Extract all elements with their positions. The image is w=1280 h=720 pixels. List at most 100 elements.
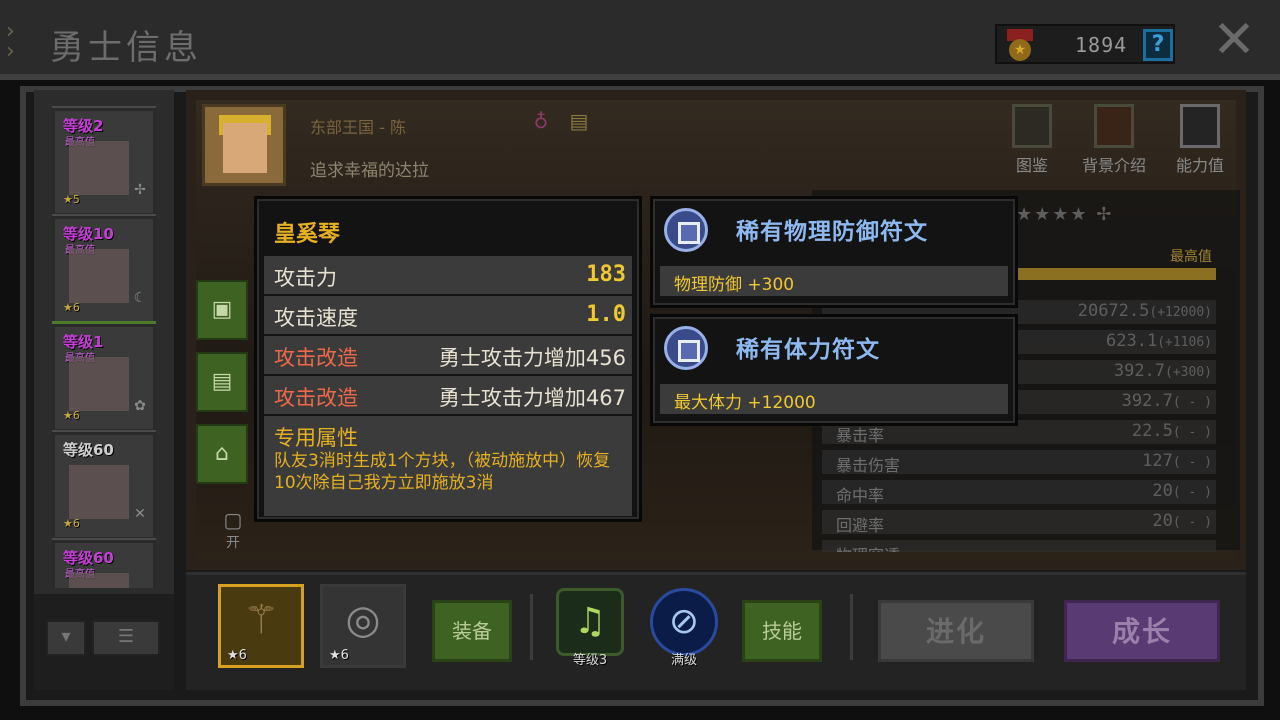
hero-portrait [69,573,129,588]
weapon-stat-key: 攻击速度 [274,306,358,330]
accessory-slot[interactable]: ◎ ★6 [320,584,406,668]
top-bar: › › 勇士信息 ★ 1894 ? ✕ [0,0,1280,80]
hero-card-selected[interactable]: 等级1 最高值 ★6 ✿ [52,321,156,435]
portrait-frame-icon [1094,104,1134,148]
stat-bonus: (+300) [1165,365,1212,380]
shield-skill-icon: ⊘ [650,588,718,656]
page-title: 勇士信息 [50,28,202,68]
stat-bonus: ( - ) [1172,515,1212,530]
tab-label: 背景介绍 [1081,156,1146,175]
tab-label: 能力值 [1175,156,1224,175]
tab-codex[interactable]: 图鉴 [992,104,1072,176]
stats-bars-icon [1180,104,1220,148]
stat-value: 20672.5 [1077,301,1150,321]
close-button[interactable]: ✕ [1210,14,1258,66]
sort-button[interactable]: ☰ [92,620,160,656]
hero-card[interactable]: 等级2 最高值 ★5 ✢ [52,106,156,218]
hero-motto: 追求幸福的达拉 [310,161,429,181]
side-tab-cards[interactable]: ▤ [196,352,248,412]
stat-value: 392.7 [1121,391,1173,411]
stat-bonus: (+12000) [1149,305,1212,320]
medal-icon: ★ [1003,29,1037,61]
ring-icon: ◎ [345,597,381,643]
music-note-icon: ♫ [556,588,624,656]
lock-icon: ▢ [223,508,243,532]
tab-label: 图鉴 [1015,156,1048,175]
stat-bonus: ( - ) [1172,455,1212,470]
stat-bonus: (+1106) [1157,335,1212,350]
health-rune-icon [664,326,708,370]
side-tab-chat[interactable]: ▣ [196,280,248,340]
stats-max-label: 最高值 [1170,249,1212,265]
rune-name: 稀有物理防御符文 [736,219,928,245]
defense-rune-icon [664,208,708,252]
hero-card[interactable]: 等级60 最高值 [52,538,156,588]
tab-stats[interactable]: 能力值 [1160,104,1240,176]
divider [850,594,853,660]
weapon-stat-key: 攻击力 [274,266,337,290]
hero-card[interactable]: 等级10 最高值 ★6 ☾ [52,214,156,326]
hero-stars: ★6 [63,301,80,314]
weapon-mod-value: 勇士攻击力增加456 [438,346,626,370]
help-button[interactable]: ? [1143,29,1173,61]
rune-name: 稀有体力符文 [736,337,880,363]
evolve-button[interactable]: 进化 [878,600,1034,662]
side-tab-costume[interactable]: ⌂ [196,424,248,484]
hero-portrait [69,465,129,519]
stat-bonus: ( - ) [1172,395,1212,410]
equip-button[interactable]: 装备 [432,600,512,662]
lock-label: 开 [226,535,240,551]
rune-value: 物理防御 +300 [674,275,795,295]
stat-name: 物理穿透 [836,542,900,552]
weapon-slot[interactable]: ⚚ ★6 [218,584,304,668]
skill-caption: 等级3 [572,653,608,668]
scroll-icon: ▤ [569,109,589,133]
tab-background[interactable]: 背景介绍 [1074,104,1154,176]
skill-button[interactable]: 技能 [742,600,822,662]
weapon-special-box: 专用属性 队友3消时生成1个方块，（被动施放中）恢复10次除自己我方立即施放3消 [264,416,632,516]
stat-value: 22.5 [1131,421,1173,441]
hero-card[interactable]: 等级60 ★6 ✕ [52,430,156,542]
rune-value-row: 物理防御 +300 [660,266,1008,296]
weapon-mod-row: 攻击改造 勇士攻击力增加467 [264,376,632,414]
stat-name: 回避率 [836,516,885,535]
hero-portrait [69,141,129,195]
hero-stars: ★6 [63,517,80,530]
hero-portrait [69,249,129,303]
lock-toggle[interactable]: ▢ 开 [218,508,248,558]
stat-bonus: ( - ) [1172,485,1212,500]
staff-icon: ⚚ [243,597,279,643]
weapon-special-desc: 队友3消时生成1个方块，（被动施放中）恢复10次除自己我方立即施放3消 [274,451,611,493]
weapon-mod-key: 攻击改造 [274,386,358,410]
skill-slot-music[interactable]: ♫ 等级3 [552,588,628,668]
hero-stars: ★5 [63,193,80,206]
cards-icon: ▤ [211,369,233,394]
book-icon [1012,104,1052,148]
chat-icon: ▣ [211,297,233,322]
grow-button[interactable]: 成长 [1064,600,1220,662]
weapon-stat-value: 1.0 [586,302,626,327]
class-badge-icon: ✿ [134,398,146,414]
weapon-name: 皇奚琴 [274,222,341,247]
list-icon: ☰ [117,626,135,647]
weapon-stat-row: 攻击速度 1.0 [264,296,632,334]
weapon-stat-value: 183 [586,262,626,287]
hero-kingdom: 东部王国 - 陈 [310,118,406,137]
skill-caption: 满级 [670,653,697,668]
skill-slot-passive[interactable]: ⊘ 满级 [646,588,722,668]
hero-avatar [202,104,286,186]
class-badge-icon: ✕ [134,506,146,522]
currency-value: 1894 [1075,33,1128,57]
weapon-mod-value: 勇士攻击力增加467 [438,386,626,410]
weapon-mod-row: 攻击改造 勇士攻击力增加456 [264,336,632,374]
rune-value: 最大体力 +12000 [674,393,816,413]
stat-row: 命中率 20( - ) [822,480,1216,505]
class-badge-icon: ☾ [133,290,147,306]
divider [530,594,533,660]
scroll-down-button[interactable]: ▾ [46,620,86,656]
class-badge-icon: ✢ [134,182,146,198]
weapon-stat-row: 攻击力 183 [264,256,632,294]
hero-stars: ★6 [63,409,80,422]
stat-row: 回避率 20( - ) [822,510,1216,535]
element-icon: ♁ [533,109,549,133]
